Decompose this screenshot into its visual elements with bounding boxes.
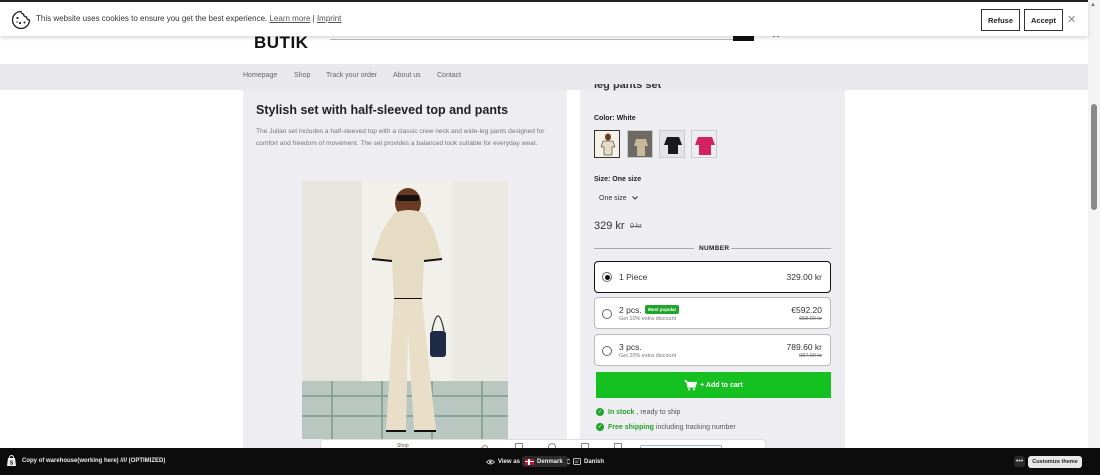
language-selector[interactable]: Danish: [573, 457, 604, 466]
divider-left: [594, 248, 694, 249]
customize-theme-button[interactable]: Customize theme: [1028, 456, 1082, 468]
cart-icon: [684, 379, 698, 390]
translate-icon: [573, 458, 581, 465]
option-price: €592.20: [791, 305, 822, 315]
cookie-icon: [11, 10, 31, 30]
imprint-link[interactable]: Imprint: [317, 14, 341, 23]
divider-right: [731, 248, 831, 249]
nav-item-shop[interactable]: Shop: [294, 72, 310, 79]
option-old-price: 987.00 kr: [799, 353, 822, 359]
swatch-black[interactable]: [659, 130, 685, 158]
quantity-option-3[interactable]: 3 pcs. Get 20% extra discount 789.60 kr …: [594, 334, 831, 366]
radio-button[interactable]: [602, 346, 612, 356]
add-to-cart-label: + Add to cart: [700, 381, 743, 389]
refuse-button[interactable]: Refuse: [981, 9, 1020, 31]
scrollbar-thumb[interactable]: [1091, 104, 1097, 210]
option-subtitle: Get 10% extra discount: [619, 316, 677, 322]
view-as-button[interactable]: View as: [486, 457, 520, 466]
scroll-up-arrow[interactable]: ▲: [1090, 2, 1096, 8]
number-heading: NUMBER: [699, 245, 730, 252]
add-to-cart-button[interactable]: + Add to cart: [596, 372, 831, 398]
more-options-icon[interactable]: •••: [1014, 456, 1025, 467]
product-old-price: 0 kr: [630, 223, 642, 230]
size-value: One size: [612, 176, 642, 183]
option-subtitle: Get 20% extra discount: [619, 353, 677, 359]
product-title: leg pants set: [594, 84, 662, 91]
cookie-separator: |: [312, 14, 315, 23]
swatch-white[interactable]: [594, 130, 620, 158]
eye-icon: [486, 459, 495, 464]
nav-item-about-us[interactable]: About us: [393, 72, 421, 79]
option-old-price: 658.00 kr: [799, 316, 822, 322]
color-label: Color: White: [594, 115, 636, 122]
language-label: Danish: [584, 458, 605, 465]
size-label-text: Size:: [594, 176, 611, 183]
product-price: 329 kr: [594, 220, 625, 232]
size-label: Size: One size: [594, 176, 641, 183]
nav-item-homepage[interactable]: Homepage: [243, 72, 277, 79]
quantity-option-2[interactable]: 2 pcs. Most popular Get 10% extra discou…: [594, 297, 831, 329]
scrollbar[interactable]: [1088, 0, 1100, 448]
size-select[interactable]: One size: [594, 189, 642, 207]
description-text: The Julian set includes a half-sleeved t…: [256, 128, 545, 147]
quantity-option-1[interactable]: 1 Piece 329.00 kr: [594, 261, 831, 293]
stock-rest: , ready to ship: [636, 408, 681, 416]
view-as-label: View as: [498, 458, 520, 465]
option-name: 3 pcs.: [619, 342, 642, 352]
radio-button[interactable]: [602, 309, 612, 319]
search-button[interactable]: [733, 36, 754, 41]
size-select-value: One size: [599, 194, 627, 202]
color-label-text: Color:: [594, 115, 615, 122]
theme-title: Copy of warehouse(working here) //// (OP…: [22, 458, 166, 464]
option-name: 2 pcs.: [619, 305, 642, 315]
swatch-pink[interactable]: [691, 130, 717, 158]
cookie-text: This website uses cookies to ensure you …: [36, 14, 268, 23]
cookie-banner: This website uses cookies to ensure you …: [0, 0, 1088, 36]
shipping-status: ✓ Free shipping including tracking numbe…: [596, 423, 736, 431]
stock-status: ✓ In stock , ready to ship: [596, 408, 680, 416]
search-input[interactable]: [330, 36, 754, 40]
nav-item-contact[interactable]: Contact: [437, 72, 461, 79]
most-popular-badge: Most popular: [645, 305, 680, 314]
country-label: Denmark: [537, 458, 563, 465]
stock-bold: In stock: [608, 408, 635, 416]
learn-more-link[interactable]: Learn more: [269, 14, 310, 23]
chevron-down-icon: [631, 196, 638, 200]
option-price: 329.00 kr: [786, 272, 822, 282]
denmark-flag-icon: [525, 458, 534, 465]
description-title: Stylish set with half-sleeved top and pa…: [256, 103, 509, 117]
chevron-updown-icon: [566, 458, 570, 465]
option-name: 1 Piece: [619, 272, 648, 282]
site-logo[interactable]: BUTIK: [254, 33, 308, 53]
nav-item-track-order[interactable]: Track your order: [326, 72, 377, 79]
color-value: White: [616, 115, 636, 122]
shipping-rest: including tracking number: [655, 423, 736, 431]
main-nav: Homepage Shop Track your order About us …: [0, 64, 1088, 90]
check-icon: ✓: [596, 423, 604, 431]
country-selector-content[interactable]: Denmark: [525, 457, 571, 466]
cookie-message: This website uses cookies to ensure you …: [36, 14, 341, 23]
close-icon[interactable]: ✕: [1067, 13, 1076, 26]
product-photo: [302, 181, 508, 439]
option-price: 789.60 kr: [786, 342, 822, 352]
check-icon: ✓: [596, 408, 604, 416]
accept-button[interactable]: Accept: [1024, 9, 1063, 31]
shopify-icon: S: [7, 455, 16, 467]
swatch-beige[interactable]: [627, 130, 653, 158]
shipping-bold: Free shipping: [608, 423, 654, 431]
radio-button[interactable]: [602, 272, 612, 282]
